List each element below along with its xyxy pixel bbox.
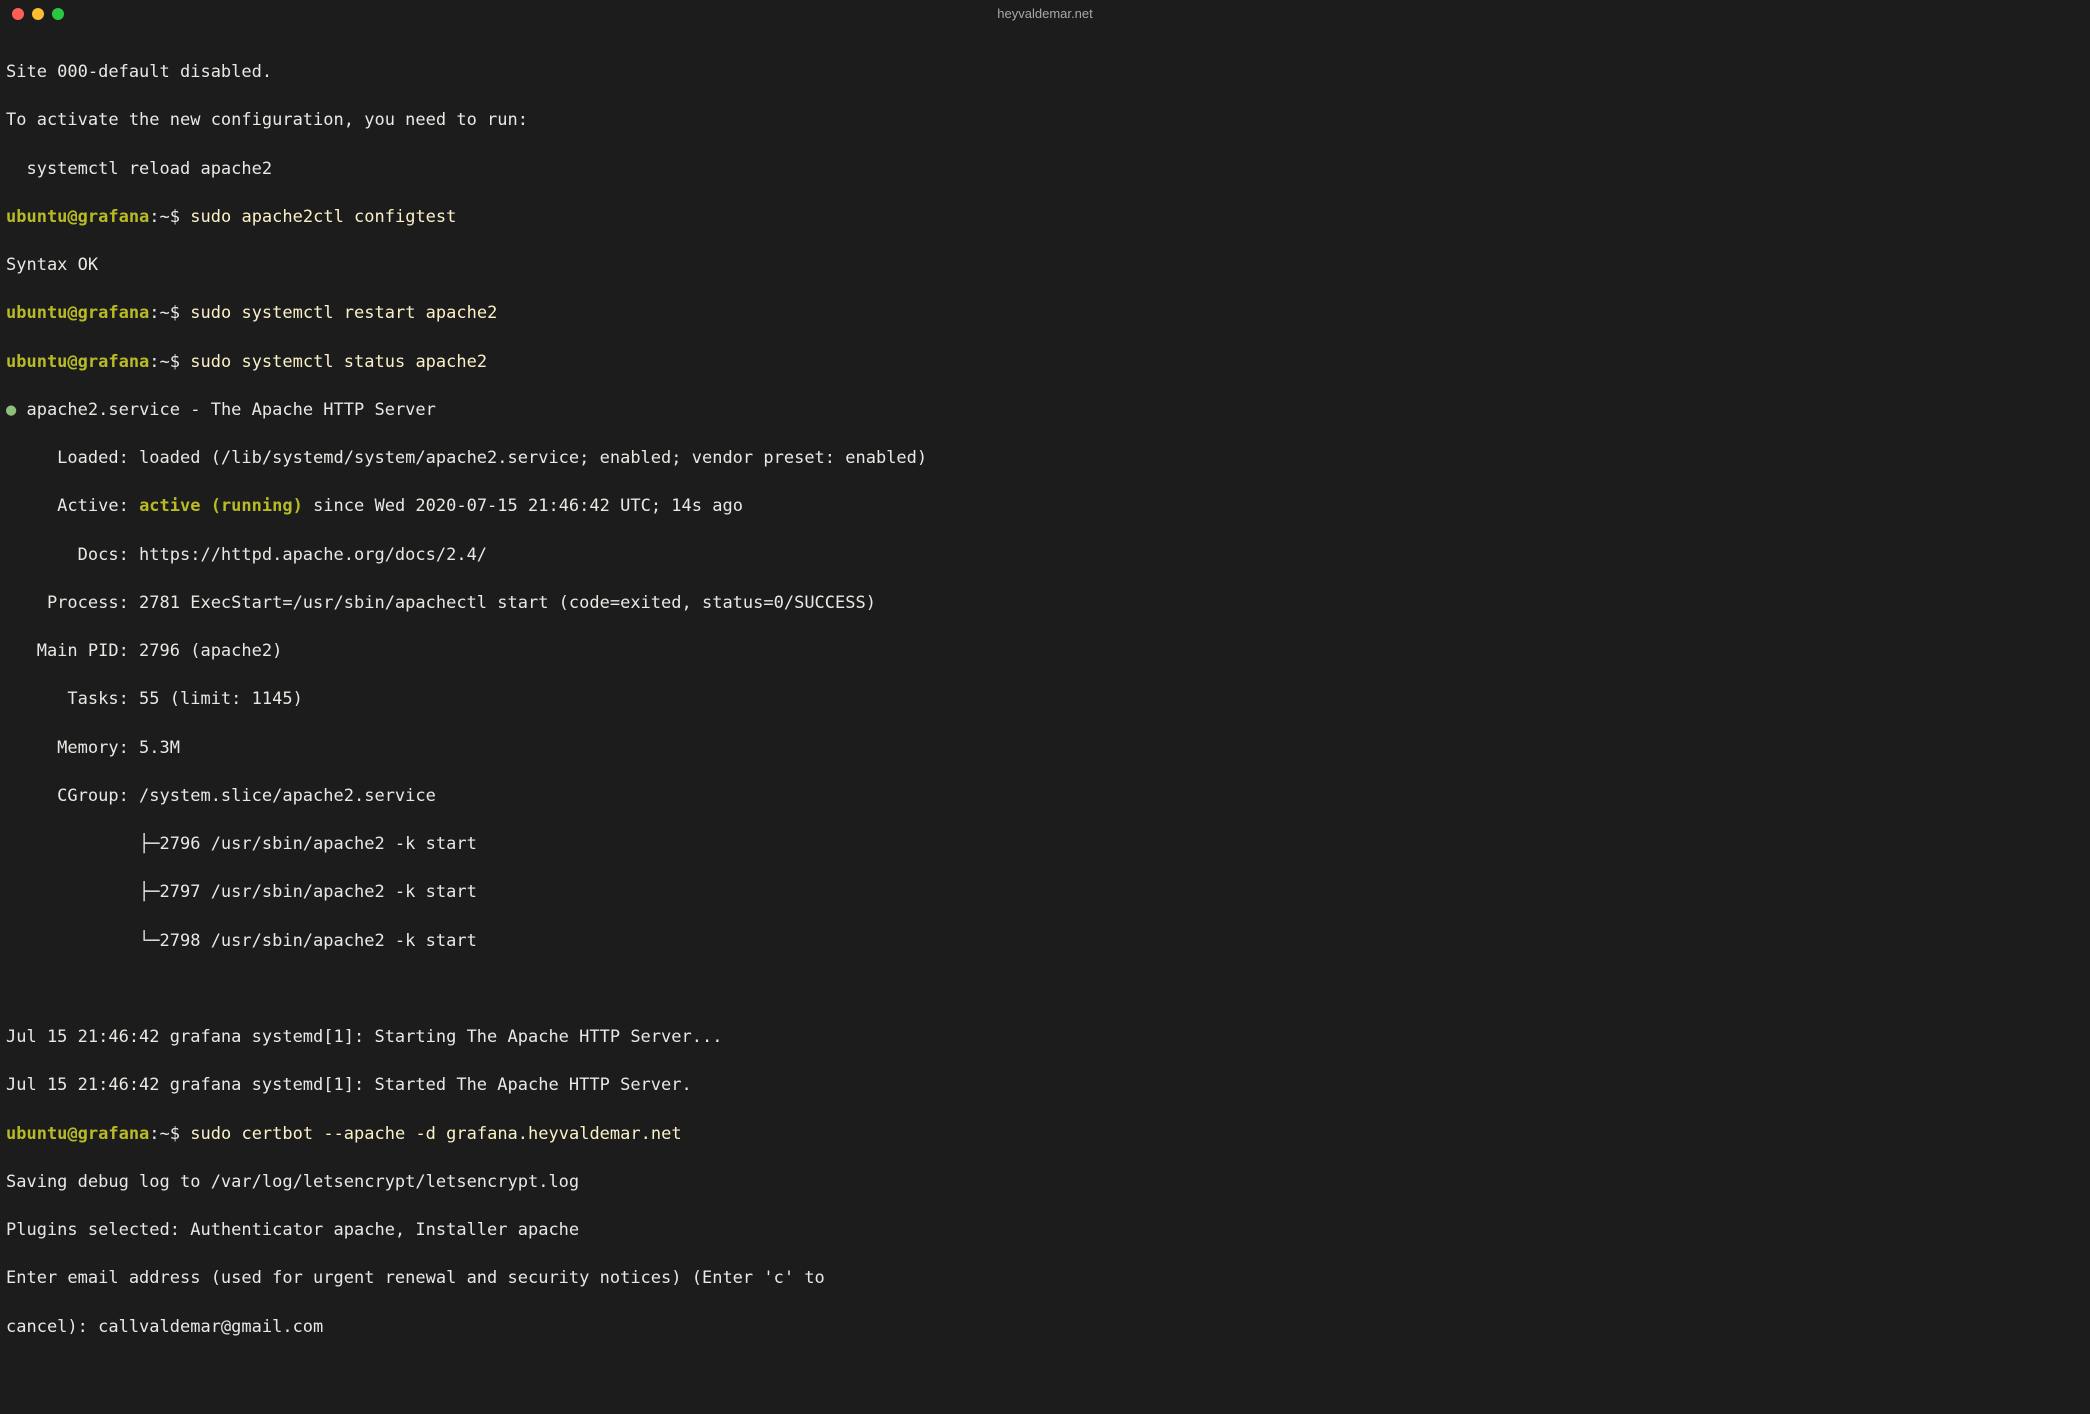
status-active-rest: since Wed 2020-07-15 21:46:42 UTC; 14s a…	[303, 496, 743, 516]
status-cgroup-child: ├─2797 /usr/sbin/apache2 -k start	[6, 880, 2084, 904]
maximize-icon[interactable]	[52, 8, 64, 20]
prompt-sep: :	[149, 352, 159, 372]
blank-line	[6, 1363, 2084, 1387]
prompt-path: ~	[160, 303, 170, 323]
status-tasks: Tasks: 55 (limit: 1145)	[6, 687, 2084, 711]
prompt-line: ubuntu@grafana:~$ sudo certbot --apache …	[6, 1122, 2084, 1146]
status-active: Active: active (running) since Wed 2020-…	[6, 494, 2084, 518]
user-host: ubuntu@grafana	[6, 303, 149, 323]
log-line: Jul 15 21:46:42 grafana systemd[1]: Star…	[6, 1025, 2084, 1049]
window-title: heyvaldemar.net	[997, 5, 1092, 23]
prompt-sigil: $	[170, 207, 190, 227]
command: sudo systemctl status apache2	[190, 352, 487, 372]
status-docs: Docs: https://httpd.apache.org/docs/2.4/	[6, 543, 2084, 567]
status-active-value: active (running)	[139, 496, 303, 516]
minimize-icon[interactable]	[32, 8, 44, 20]
terminal-window: heyvaldemar.net Site 000-default disable…	[0, 0, 2090, 1414]
prompt-path: ~	[160, 1124, 170, 1144]
titlebar: heyvaldemar.net	[0, 0, 2090, 28]
blank-line	[6, 977, 2084, 1001]
output-line: systemctl reload apache2	[6, 157, 2084, 181]
prompt-sep: :	[149, 207, 159, 227]
status-header: ● apache2.service - The Apache HTTP Serv…	[6, 398, 2084, 422]
prompt-path: ~	[160, 352, 170, 372]
prompt-sep: :	[149, 303, 159, 323]
command: sudo apache2ctl configtest	[190, 207, 456, 227]
command: sudo certbot --apache -d grafana.heyvald…	[190, 1124, 681, 1144]
user-host: ubuntu@grafana	[6, 352, 149, 372]
status-mainpid: Main PID: 2796 (apache2)	[6, 639, 2084, 663]
prompt-path: ~	[160, 207, 170, 227]
status-service: apache2.service - The Apache HTTP Server	[26, 400, 435, 420]
status-cgroup-child: └─2798 /usr/sbin/apache2 -k start	[6, 929, 2084, 953]
user-host: ubuntu@grafana	[6, 207, 149, 227]
output-line: Site 000-default disabled.	[6, 60, 2084, 84]
status-bullet-icon: ●	[6, 400, 26, 420]
prompt-sep: :	[149, 1124, 159, 1144]
output-line: To activate the new configuration, you n…	[6, 108, 2084, 132]
log-line: Jul 15 21:46:42 grafana systemd[1]: Star…	[6, 1073, 2084, 1097]
prompt-line: ubuntu@grafana:~$ sudo systemctl restart…	[6, 301, 2084, 325]
status-process: Process: 2781 ExecStart=/usr/sbin/apache…	[6, 591, 2084, 615]
terminal-body[interactable]: Site 000-default disabled. To activate t…	[0, 28, 2090, 1414]
status-active-label: Active:	[6, 496, 139, 516]
output-line: cancel): callvaldemar@gmail.com	[6, 1315, 2084, 1339]
status-loaded: Loaded: loaded (/lib/systemd/system/apac…	[6, 446, 2084, 470]
prompt-sigil: $	[170, 1124, 190, 1144]
prompt-line: ubuntu@grafana:~$ sudo systemctl status …	[6, 350, 2084, 374]
user-host: ubuntu@grafana	[6, 1124, 149, 1144]
status-cgroup-child: ├─2796 /usr/sbin/apache2 -k start	[6, 832, 2084, 856]
prompt-sigil: $	[170, 303, 190, 323]
close-icon[interactable]	[12, 8, 24, 20]
output-line: Syntax OK	[6, 253, 2084, 277]
prompt-line: ubuntu@grafana:~$ sudo apache2ctl config…	[6, 205, 2084, 229]
command: sudo systemctl restart apache2	[190, 303, 497, 323]
output-line: Plugins selected: Authenticator apache, …	[6, 1218, 2084, 1242]
status-memory: Memory: 5.3M	[6, 736, 2084, 760]
output-line: Enter email address (used for urgent ren…	[6, 1266, 2084, 1290]
traffic-lights	[12, 8, 64, 20]
prompt-sigil: $	[170, 352, 190, 372]
output-line: Saving debug log to /var/log/letsencrypt…	[6, 1170, 2084, 1194]
status-cgroup: CGroup: /system.slice/apache2.service	[6, 784, 2084, 808]
